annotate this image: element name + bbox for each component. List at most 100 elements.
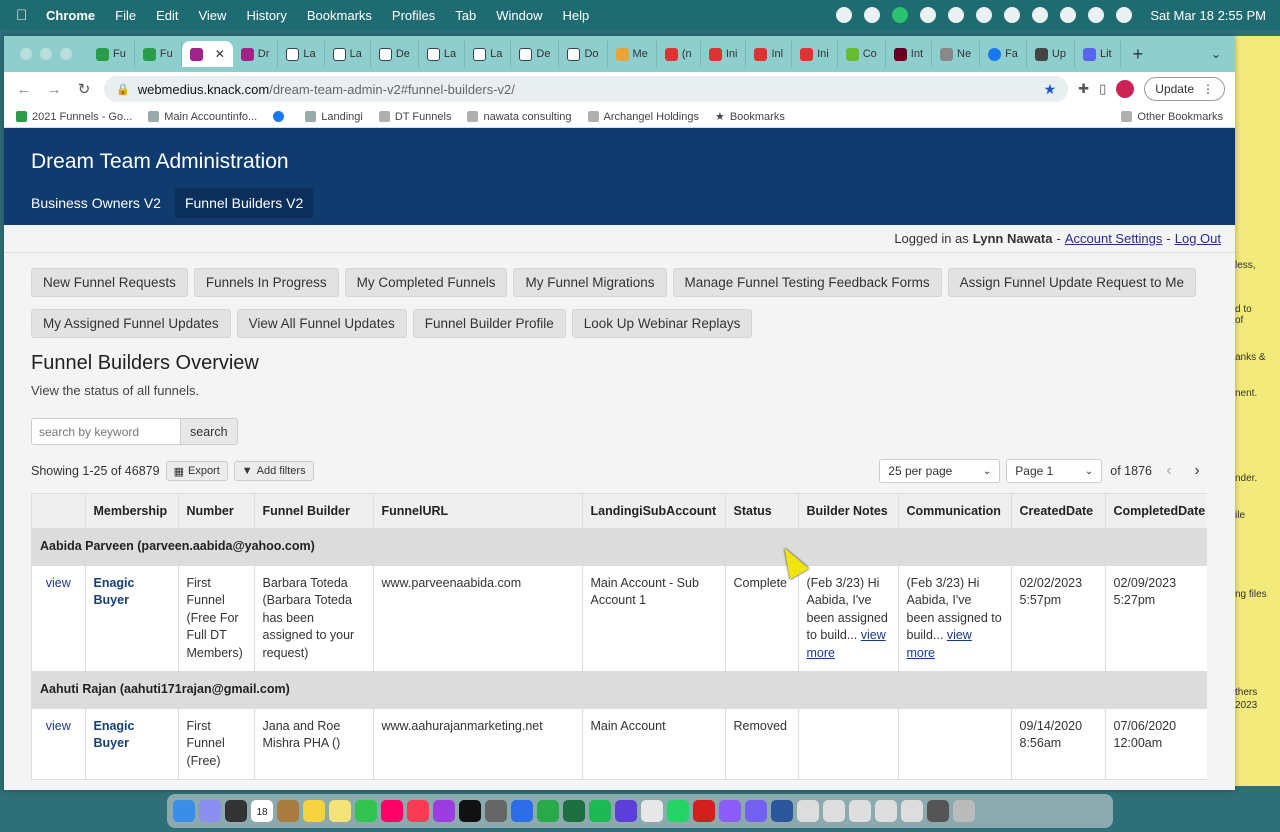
bitcoin-icon[interactable] bbox=[948, 7, 965, 23]
close-tab-icon[interactable]: ✕ bbox=[215, 47, 225, 61]
bookmark-item[interactable] bbox=[273, 111, 289, 122]
column-header[interactable]: Status bbox=[725, 493, 799, 529]
bookmark-item[interactable]: ★ Bookmarks bbox=[715, 110, 785, 124]
lock-icon[interactable]: 🔒 bbox=[116, 83, 130, 96]
apple-tv-icon[interactable] bbox=[459, 800, 481, 822]
control-center-icon[interactable] bbox=[1116, 7, 1133, 23]
browser-tab[interactable]: Fu bbox=[88, 41, 135, 67]
browser-tab[interactable]: Do bbox=[559, 41, 608, 67]
notefile-icon[interactable] bbox=[277, 800, 299, 822]
funnel-builder-profile-button[interactable]: Funnel Builder Profile bbox=[412, 309, 566, 338]
music-icon[interactable] bbox=[407, 800, 429, 822]
zoom-window-button[interactable] bbox=[60, 48, 72, 60]
menu-help[interactable]: Help bbox=[563, 8, 590, 23]
new-funnel-requests-button[interactable]: New Funnel Requests bbox=[31, 268, 188, 297]
add-filters-button[interactable]: ▼ Add filters bbox=[233, 461, 314, 481]
spotify-icon[interactable] bbox=[589, 800, 611, 822]
bookmark-star-icon[interactable]: ★ bbox=[1044, 81, 1057, 98]
grammarly-icon[interactable] bbox=[892, 7, 909, 23]
view-link[interactable]: view bbox=[46, 576, 71, 590]
membership-link[interactable]: Enagic Buyer bbox=[94, 719, 135, 751]
menu-clock[interactable]: Sat Mar 18 2:55 PM bbox=[1150, 8, 1266, 23]
acrobat-icon[interactable] bbox=[693, 800, 715, 822]
reload-icon[interactable]: ↻ bbox=[74, 80, 94, 98]
menu-edit[interactable]: Edit bbox=[156, 8, 178, 23]
menu-window[interactable]: Window bbox=[496, 8, 542, 23]
chrome-icon[interactable] bbox=[641, 800, 663, 822]
browser-tab[interactable]: De bbox=[511, 41, 560, 67]
back-arrow-icon[interactable]: ← bbox=[14, 81, 34, 98]
minimized-window-icon[interactable] bbox=[797, 800, 819, 822]
app-store-icon[interactable] bbox=[511, 800, 533, 822]
browser-tab[interactable]: La bbox=[465, 41, 512, 67]
browser-tab-active[interactable]: ✕ bbox=[181, 41, 233, 67]
search-button[interactable]: search bbox=[181, 418, 238, 445]
kebab-menu-icon[interactable]: ⋮ bbox=[1202, 82, 1214, 96]
browser-tab[interactable]: Up bbox=[1027, 41, 1075, 67]
update-button[interactable]: Update ⋮ bbox=[1144, 77, 1225, 101]
bookmark-item[interactable]: 2021 Funnels - Go... bbox=[16, 111, 132, 123]
minimized-window-icon[interactable] bbox=[927, 800, 949, 822]
system-preferences-icon[interactable] bbox=[485, 800, 507, 822]
browser-tab[interactable]: (n bbox=[657, 41, 701, 67]
membership-link[interactable]: Enagic Buyer bbox=[94, 576, 135, 608]
other-bookmarks-folder[interactable]: Other Bookmarks bbox=[1121, 111, 1223, 123]
menu-app-name[interactable]: Chrome bbox=[46, 8, 95, 23]
funnels-in-progress-button[interactable]: Funnels In Progress bbox=[193, 268, 339, 297]
column-header[interactable]: FunnelURL bbox=[373, 493, 583, 529]
browser-tab[interactable]: De bbox=[371, 41, 419, 67]
my-completed-funnels-button[interactable]: My Completed Funnels bbox=[344, 268, 508, 297]
browser-tab[interactable]: La bbox=[278, 41, 325, 67]
messenger-icon[interactable] bbox=[719, 800, 741, 822]
menu-history[interactable]: History bbox=[246, 8, 286, 23]
bluetooth-icon[interactable] bbox=[1004, 7, 1021, 23]
page-select[interactable]: Page 1 ⌄ bbox=[1006, 459, 1103, 483]
bookmark-folder[interactable]: Archangel Holdings bbox=[587, 111, 699, 123]
previous-page-icon[interactable]: ‹ bbox=[1158, 462, 1180, 480]
account-settings-link[interactable]: Account Settings bbox=[1065, 231, 1163, 246]
finder-icon[interactable] bbox=[173, 800, 195, 822]
column-header[interactable]: CreatedDate bbox=[1011, 493, 1106, 529]
spotlight-search-icon[interactable] bbox=[1088, 7, 1105, 23]
minimized-window-icon[interactable] bbox=[849, 800, 871, 822]
side-panel-icon[interactable]: ▯ bbox=[1099, 81, 1106, 97]
bookmark-item[interactable]: Landingi bbox=[305, 111, 363, 123]
whatsapp-icon[interactable] bbox=[667, 800, 689, 822]
battery-icon[interactable] bbox=[1032, 7, 1049, 23]
apple-icon[interactable]:  bbox=[16, 7, 34, 24]
menu-view[interactable]: View bbox=[198, 8, 226, 23]
my-funnel-migrations-button[interactable]: My Funnel Migrations bbox=[513, 268, 667, 297]
minimize-window-button[interactable] bbox=[40, 48, 52, 60]
headphones-icon[interactable] bbox=[976, 7, 993, 23]
column-header[interactable]: Communication bbox=[898, 493, 1012, 529]
extensions-puzzle-icon[interactable]: ✚ bbox=[1078, 81, 1089, 97]
column-header[interactable]: Membership bbox=[85, 493, 179, 529]
next-page-icon[interactable]: › bbox=[1186, 462, 1208, 480]
minimized-window-icon[interactable] bbox=[823, 800, 845, 822]
menu-file[interactable]: File bbox=[115, 8, 136, 23]
stickies-icon[interactable] bbox=[329, 800, 351, 822]
webinar-replays-button[interactable]: Look Up Webinar Replays bbox=[571, 309, 753, 338]
gear-icon[interactable] bbox=[836, 7, 853, 23]
logout-link[interactable]: Log Out bbox=[1175, 231, 1221, 246]
menu-bookmarks[interactable]: Bookmarks bbox=[307, 8, 372, 23]
nav-business-owners[interactable]: Business Owners V2 bbox=[21, 188, 171, 218]
excel-icon[interactable] bbox=[563, 800, 585, 822]
profile-avatar[interactable] bbox=[1116, 80, 1135, 98]
column-header[interactable]: LandingiSubAccount bbox=[582, 493, 726, 529]
minimized-window-icon[interactable] bbox=[875, 800, 897, 822]
menu-profiles[interactable]: Profiles bbox=[392, 8, 435, 23]
per-page-select[interactable]: 25 per page ⌄ bbox=[879, 459, 1001, 483]
column-header[interactable]: Number bbox=[178, 493, 255, 529]
column-header[interactable]: Builder Notes bbox=[798, 493, 899, 529]
new-tab-button[interactable]: + bbox=[1133, 44, 1144, 65]
browser-tab[interactable]: Int bbox=[886, 41, 932, 67]
mission-control-icon[interactable] bbox=[225, 800, 247, 822]
manage-testing-feedback-button[interactable]: Manage Funnel Testing Feedback Forms bbox=[672, 268, 942, 297]
word-icon[interactable] bbox=[771, 800, 793, 822]
bookmark-folder[interactable]: nawata consulting bbox=[467, 111, 572, 123]
creative-cloud-icon[interactable] bbox=[920, 7, 937, 23]
browser-tab[interactable]: Inl bbox=[746, 41, 793, 67]
podcasts-icon[interactable] bbox=[433, 800, 455, 822]
close-window-button[interactable] bbox=[20, 48, 32, 60]
